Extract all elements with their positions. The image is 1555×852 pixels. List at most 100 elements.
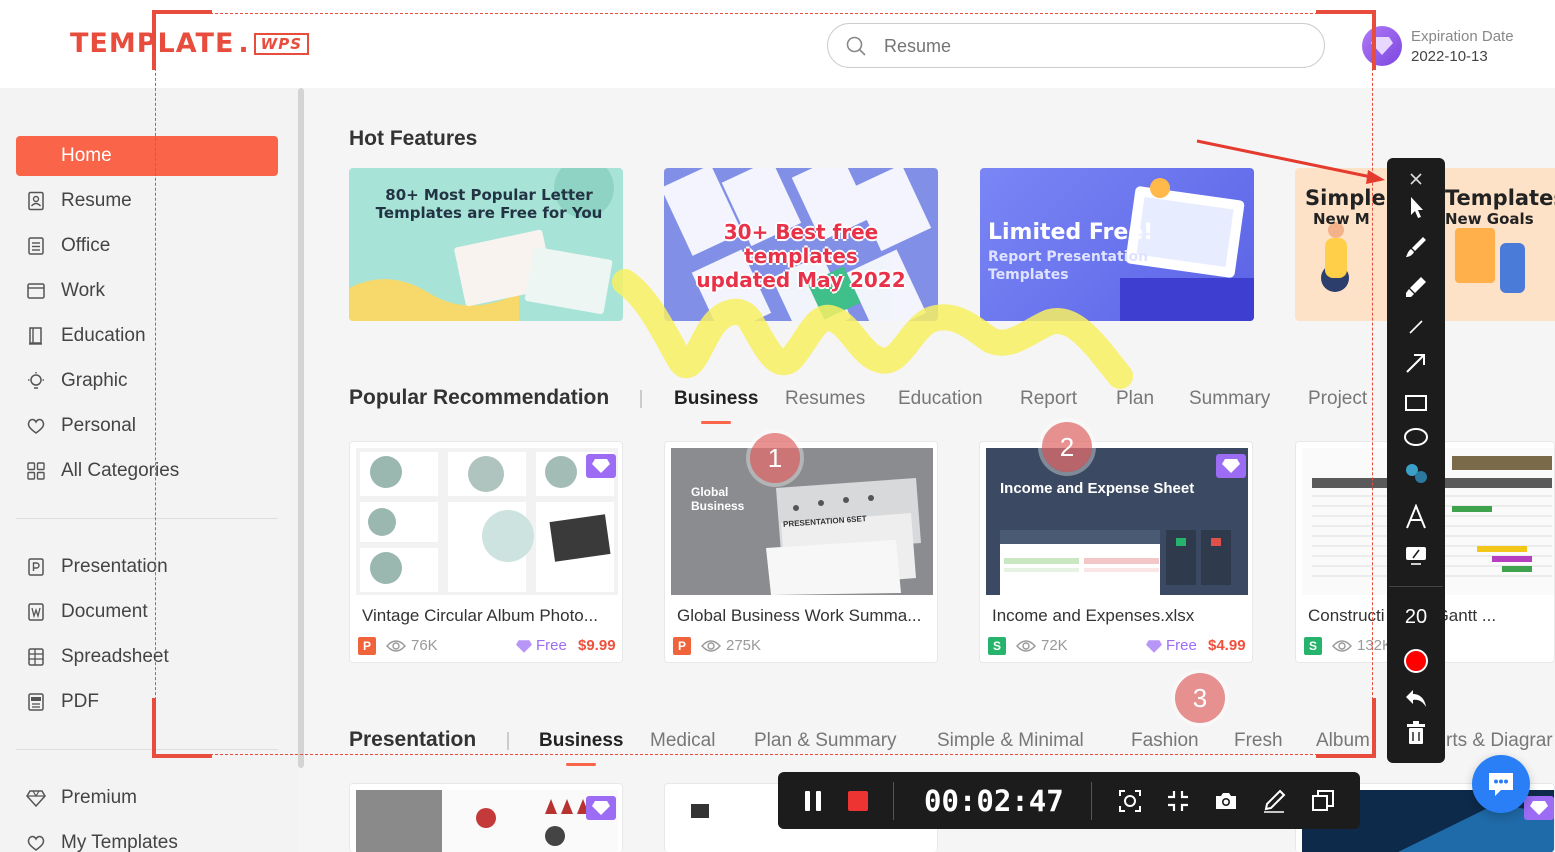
premium-badge <box>1524 796 1554 820</box>
text-tool[interactable] <box>1403 503 1429 530</box>
eraser-tool[interactable] <box>1403 542 1429 568</box>
template-card[interactable]: Vintage Circular Album Photo... P 76K Fr… <box>349 441 623 663</box>
template-card[interactable] <box>349 783 623 852</box>
webcam-button[interactable] <box>1117 788 1143 814</box>
stop-recording-button[interactable] <box>845 788 871 814</box>
search-box[interactable] <box>827 23 1325 68</box>
sidebar-item-pdf[interactable]: PDF <box>16 682 278 722</box>
sidebar-scrollbar[interactable] <box>298 88 304 768</box>
selection-corner-handle[interactable] <box>1372 698 1376 758</box>
sidebar-item-education[interactable]: Education <box>16 316 278 356</box>
banner-limited-free[interactable]: Limited Free! Report Presentation Templa… <box>980 168 1254 321</box>
selection-corner-handle[interactable] <box>1372 10 1376 70</box>
banner-line: Templates are Free for You <box>375 204 603 222</box>
toggle-window-button[interactable] <box>1310 788 1336 814</box>
ellipse-tool[interactable] <box>1403 424 1429 450</box>
premium-badge <box>586 796 616 820</box>
rectangle-icon <box>1405 395 1427 411</box>
arrow-tool[interactable] <box>1403 350 1429 376</box>
stop-icon <box>848 791 868 811</box>
pen-icon <box>1264 789 1286 813</box>
selection-corner-handle[interactable] <box>1316 10 1376 14</box>
sidebar-item-office[interactable]: Office <box>16 226 278 266</box>
sidebar-item-all-categories[interactable]: All Categories <box>16 451 278 491</box>
color-picker[interactable] <box>1403 648 1429 674</box>
tab-album[interactable]: Album <box>1316 730 1370 752</box>
eye-icon <box>386 640 406 652</box>
tab-fashion[interactable]: Fashion <box>1131 730 1199 752</box>
tab-simple-minimal[interactable]: Simple & Minimal <box>937 730 1084 752</box>
tab-resumes[interactable]: Resumes <box>785 388 865 410</box>
undo-button[interactable] <box>1403 686 1429 712</box>
user-avatar[interactable] <box>1362 26 1402 66</box>
template-title[interactable]: Income and Expenses.xlsx <box>992 606 1247 626</box>
spreadsheet-type-icon: S <box>988 637 1006 655</box>
sidebar-item-my-templates[interactable]: My Templates <box>16 823 278 852</box>
sidebar-item-work[interactable]: Work <box>16 271 278 311</box>
tab-plan-summary[interactable]: Plan & Summary <box>754 730 897 752</box>
banner-line: 80+ Most Popular Letter <box>385 186 593 204</box>
eye-icon <box>701 640 721 652</box>
clear-annotations-button[interactable] <box>1403 720 1429 746</box>
chat-support-button[interactable] <box>1472 755 1530 813</box>
tab-charts-diagrams[interactable]: rts & Diagrar <box>1446 730 1553 752</box>
sidebar-item-spreadsheet[interactable]: Spreadsheet <box>16 637 278 677</box>
pause-recording-button[interactable] <box>800 788 826 814</box>
sidebar-item-personal[interactable]: Personal <box>16 406 278 446</box>
eye-icon <box>1332 640 1352 652</box>
tab-project[interactable]: Project <box>1308 388 1367 410</box>
personal-icon <box>27 418 45 434</box>
step-marker-1[interactable]: 1 <box>750 433 800 483</box>
tab-medical[interactable]: Medical <box>650 730 715 752</box>
selection-corner-handle[interactable] <box>1316 754 1376 758</box>
template-title[interactable]: Vintage Circular Album Photo... <box>362 606 617 626</box>
template-card[interactable]: Income and Expense Sheet Income and Expe… <box>979 441 1253 663</box>
free-label: Free <box>1146 637 1197 654</box>
template-thumbnail: Income and Expense Sheet <box>986 448 1248 595</box>
pointer-tool[interactable] <box>1403 194 1429 220</box>
close-toolbar-button[interactable] <box>1403 166 1429 192</box>
step-marker-3[interactable]: 3 <box>1175 673 1225 723</box>
template-wps-logo[interactable]: TEMPLATE.WPS <box>70 28 309 59</box>
step-marker-2[interactable]: 2 <box>1042 422 1092 472</box>
selection-corner-handle[interactable] <box>152 754 212 758</box>
sidebar-item-presentation[interactable]: Presentation <box>16 547 278 587</box>
sidebar-item-label: Education <box>61 325 146 346</box>
close-icon <box>1410 173 1422 185</box>
sidebar-item-premium[interactable]: Premium <box>16 778 278 818</box>
diamond-icon <box>1530 801 1548 815</box>
tab-report[interactable]: Report <box>1020 388 1077 410</box>
annotate-button[interactable] <box>1261 788 1287 814</box>
diamond-icon <box>516 640 532 653</box>
pen-tool[interactable] <box>1403 234 1429 260</box>
sidebar-item-home[interactable]: Home <box>16 136 278 176</box>
tab-business[interactable]: Business <box>539 730 623 766</box>
highlighter-tool[interactable] <box>1403 274 1429 300</box>
line-tool[interactable] <box>1403 314 1429 340</box>
banner-free-templates[interactable]: 30+ Best free templates updated May 2022 <box>664 168 938 321</box>
minimize-button[interactable] <box>1165 788 1191 814</box>
tab-plan[interactable]: Plan <box>1116 388 1154 410</box>
sidebar-item-document[interactable]: Document <box>16 592 278 632</box>
tab-fresh[interactable]: Fresh <box>1234 730 1283 752</box>
sidebar-item-label: Premium <box>61 787 138 808</box>
sidebar-item-resume[interactable]: Resume <box>16 181 278 221</box>
step-number-tool[interactable] <box>1403 460 1429 486</box>
brush-size-value[interactable]: 20 <box>1387 606 1445 629</box>
screenshot-button[interactable] <box>1213 788 1239 814</box>
tab-education[interactable]: Education <box>898 388 983 410</box>
selection-corner-handle[interactable] <box>152 698 156 758</box>
selection-corner-handle[interactable] <box>152 10 156 70</box>
thumbnail-title: Income and Expense Sheet <box>1000 480 1195 497</box>
text-icon <box>1406 503 1426 529</box>
tab-summary[interactable]: Summary <box>1189 388 1270 410</box>
search-input[interactable] <box>884 33 1304 59</box>
rectangle-tool[interactable] <box>1403 390 1429 416</box>
template-card[interactable]: Global Business PRESENTATION 6SET Global… <box>664 441 938 663</box>
banner-letter-templates[interactable]: 80+ Most Popular Letter Templates are Fr… <box>349 168 623 321</box>
trash-icon <box>1407 721 1425 744</box>
selection-corner-handle[interactable] <box>152 10 212 14</box>
sidebar-item-graphic[interactable]: Graphic <box>16 361 278 401</box>
tab-business[interactable]: Business <box>674 388 758 424</box>
template-title[interactable]: Global Business Work Summa... <box>677 606 932 626</box>
